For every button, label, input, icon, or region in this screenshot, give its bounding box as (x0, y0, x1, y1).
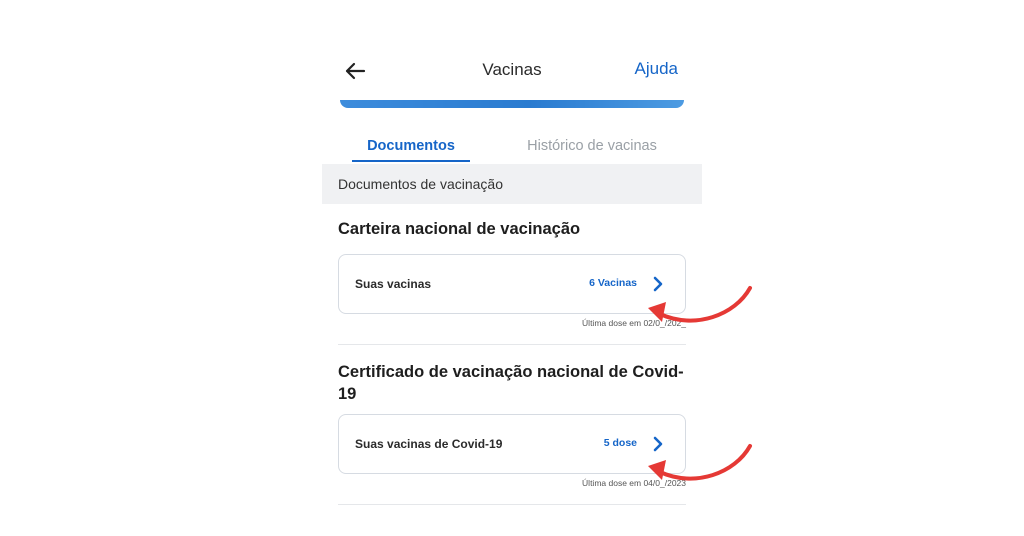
annotation-arrow-icon (648, 286, 752, 323)
national-card-title: Carteira nacional de vacinação (338, 220, 581, 238)
covid-certificate-title-line1: Certificado de vacinação nacional de Cov… (338, 363, 684, 381)
card-label: Suas vacinas de Covid-19 (355, 437, 503, 451)
tab-vaccine-history[interactable]: Histórico de vacinas (502, 138, 682, 154)
your-vaccines-card[interactable]: Suas vacinas 6 Vacinas (338, 254, 686, 314)
section-header-label: Documentos de vacinação (338, 176, 503, 192)
covid-certificate-title: Certificado de vacinação nacional de Cov… (338, 361, 684, 405)
card-label: Suas vacinas (355, 277, 432, 291)
dose-count: 5 dose (603, 437, 637, 449)
tab-documents[interactable]: Documentos (352, 138, 470, 154)
covid-certificate-title-line2: 19 (338, 385, 357, 403)
active-tab-indicator (352, 160, 470, 162)
vaccine-count: 6 Vacinas (589, 277, 637, 289)
banner-strip (340, 100, 684, 108)
covid-vaccines-card[interactable]: Suas vacinas de Covid-19 5 dose (338, 414, 686, 474)
divider (338, 504, 686, 505)
annotation-arrow-icon (648, 444, 752, 481)
divider (338, 344, 686, 345)
help-link[interactable]: Ajuda (635, 59, 678, 79)
